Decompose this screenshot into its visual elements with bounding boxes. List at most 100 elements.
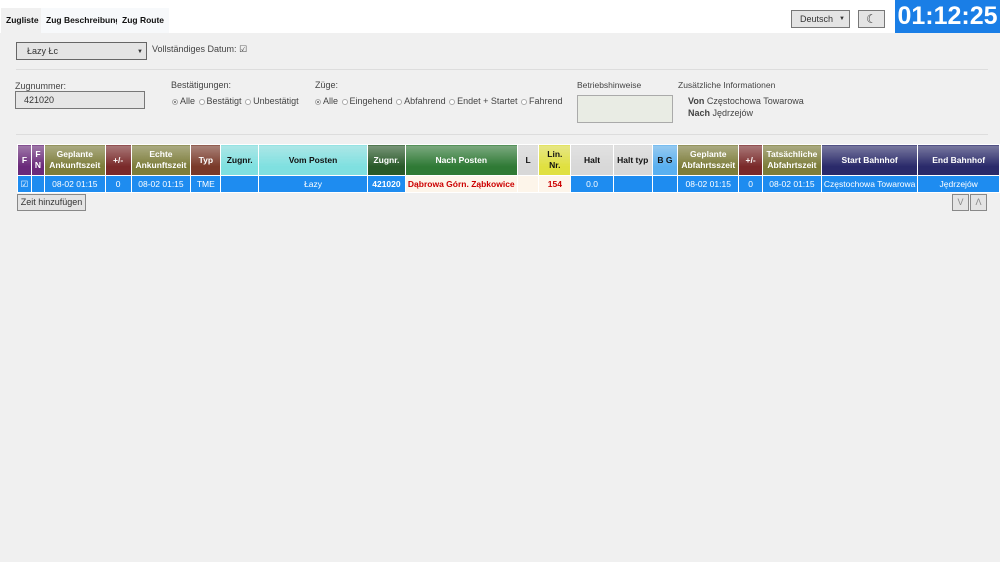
divider (16, 134, 988, 135)
chevron-down-icon: ▼ (137, 49, 143, 55)
column-header-label: Geplante (56, 149, 93, 159)
column-header-label: Zugnr. (226, 154, 253, 165)
radio-eingehend[interactable]: Eingehend (341, 96, 393, 106)
column-header[interactable]: Geplante Ankunftszeit (43, 144, 106, 176)
table-row[interactable]: ☑ 08-02 01:15 0 08-02 01:15 TME Łazy 421020 Dąb… (17, 175, 1000, 193)
radio-abfahrend[interactable]: Abfahrend (395, 96, 446, 106)
table-cell: TME (190, 175, 222, 193)
column-header[interactable]: +/- (104, 144, 132, 176)
notes-label: Betriebshinweise (577, 80, 642, 90)
column-header-label: Zugnr. (373, 154, 400, 165)
language-value: Deutsch (800, 14, 834, 24)
train-table: F F N Geplante Ankunftszeit +/- Echte Ankunftsz… (17, 144, 1000, 193)
column-header-label: +/- (113, 154, 124, 165)
column-header[interactable]: Tatsächliche Abfahrtszeit (762, 144, 822, 176)
table-cell: Dąbrowa Górn. Ząbkowice (404, 175, 518, 193)
confirmations-label: Bestätigungen: (171, 80, 232, 90)
column-header[interactable]: Geplante Abfahrtsszeit (677, 144, 740, 176)
language-select[interactable]: Deutsch ▼ (791, 10, 850, 28)
column-header[interactable]: +/- (738, 144, 763, 176)
to-info: Nach Jędrzejów (688, 108, 754, 118)
table-cell: 154 (538, 175, 572, 193)
column-header[interactable]: Halt typ (612, 144, 653, 176)
radio-bestatigt[interactable]: Bestätigt (198, 96, 242, 106)
radio-alle[interactable]: Alle (171, 96, 195, 106)
divider (16, 69, 988, 70)
column-header[interactable]: L (516, 144, 540, 176)
column-header[interactable]: Halt (570, 144, 614, 176)
column-header-label: Echte (149, 149, 173, 159)
train-number-input[interactable]: 421020 (15, 91, 145, 109)
table-cell (30, 175, 45, 193)
chevron-down-icon: ▼ (839, 16, 845, 22)
column-header-label: B G (657, 154, 673, 165)
radio-unbestatigt[interactable]: Unbestätigt (244, 96, 299, 106)
full-date-label: Vollständiges Datum: ☑ (152, 44, 248, 54)
column-header[interactable]: B G (651, 144, 679, 176)
column-header-label: Ankunftszeit (135, 160, 187, 170)
moon-icon: ☾ (866, 12, 877, 26)
column-header[interactable]: End Bahnhof (917, 144, 1000, 176)
train-number-label: Zugnummer: (15, 81, 67, 91)
column-header-label: Abfahrtsszeit (681, 160, 736, 170)
column-header-label: End Bahnhof (932, 154, 986, 165)
add-time-button[interactable]: Zeit hinzufügen (17, 194, 86, 211)
table-cell: 421020 (366, 175, 406, 193)
column-header-label: N (34, 160, 41, 170)
scroll-up-button[interactable]: Λ (970, 194, 987, 211)
table-cell: Częstochowa Towarowa (820, 175, 919, 193)
notes-box (577, 95, 673, 123)
table-cell (651, 175, 679, 193)
column-header-label: Vom Posten (288, 154, 338, 165)
table-header-row: F F N Geplante Ankunftszeit +/- Echte Ankunftsz… (17, 144, 1000, 176)
column-header-label: Tatsächliche (766, 149, 818, 159)
full-date-checkbox[interactable]: ☑ (239, 44, 247, 54)
tab-zug-beschreibung[interactable]: Zug Beschreibung (41, 8, 126, 33)
table-cell: Łazy (258, 175, 368, 193)
column-header[interactable]: F (17, 144, 32, 176)
column-header-label: Halt (584, 154, 601, 165)
column-header-label: Typ (198, 154, 214, 165)
table-cell: 08-02 01:15 (43, 175, 106, 193)
column-header-label: F (35, 149, 41, 159)
table-cell (516, 175, 540, 193)
column-header[interactable]: Vom Posten (258, 144, 368, 176)
radio-alle[interactable]: Alle (314, 96, 338, 106)
radio-endet-startet[interactable]: Endet + Startet (448, 96, 517, 106)
table-cell: Jędrzejów (917, 175, 1000, 193)
column-header[interactable]: Typ (190, 144, 222, 176)
station-select[interactable]: Łazy Łc ▼ (16, 42, 147, 60)
trains-radio-group: Alle Eingehend Abfahrend Endet + Startet… (314, 96, 563, 106)
column-header-label: Geplante (690, 149, 727, 159)
column-header-label: Halt typ (617, 154, 649, 165)
table-cell (612, 175, 653, 193)
column-header-label: Lin. (547, 149, 563, 159)
from-info: Von Częstochowa Towarowa (688, 96, 804, 106)
tab-zugliste[interactable]: Zugliste (1, 8, 44, 33)
column-header[interactable]: FN (30, 144, 45, 176)
column-header[interactable]: Lin. Nr. (538, 144, 572, 176)
confirmations-radio-group: Alle Bestätigt Unbestätigt (171, 96, 299, 106)
radio-fahrend[interactable]: Fahrend (520, 96, 563, 106)
column-header-label: Nach Posten (435, 154, 488, 165)
scroll-down-button[interactable]: V (952, 194, 969, 211)
column-header[interactable]: Zugnr. (366, 144, 406, 176)
column-header[interactable]: Start Bahnhof (820, 144, 919, 176)
column-header[interactable]: Nach Posten (404, 144, 518, 176)
table-cell[interactable]: ☑ (17, 175, 32, 193)
column-header-label: Abfahrtszeit (767, 160, 817, 170)
column-header-label: Nr. (549, 160, 561, 170)
column-header-label: Ankunftszeit (49, 160, 101, 170)
column-header-label: Start Bahnhof (841, 154, 898, 165)
table-cell (220, 175, 260, 193)
theme-toggle-button[interactable]: ☾ (858, 10, 885, 28)
column-header-label: F (21, 154, 28, 165)
table-cell: 08-02 01:15 (130, 175, 192, 193)
column-header[interactable]: Zugnr. (220, 144, 260, 176)
top-bar: Zugliste Zug Beschreibung Zug Route Deut… (0, 0, 1000, 33)
tab-zug-route[interactable]: Zug Route (117, 8, 170, 33)
column-header-label: +/- (745, 154, 756, 165)
column-header-label: L (525, 154, 531, 165)
station-value: Łazy Łc (27, 46, 59, 56)
column-header[interactable]: Echte Ankunftszeit (130, 144, 192, 176)
